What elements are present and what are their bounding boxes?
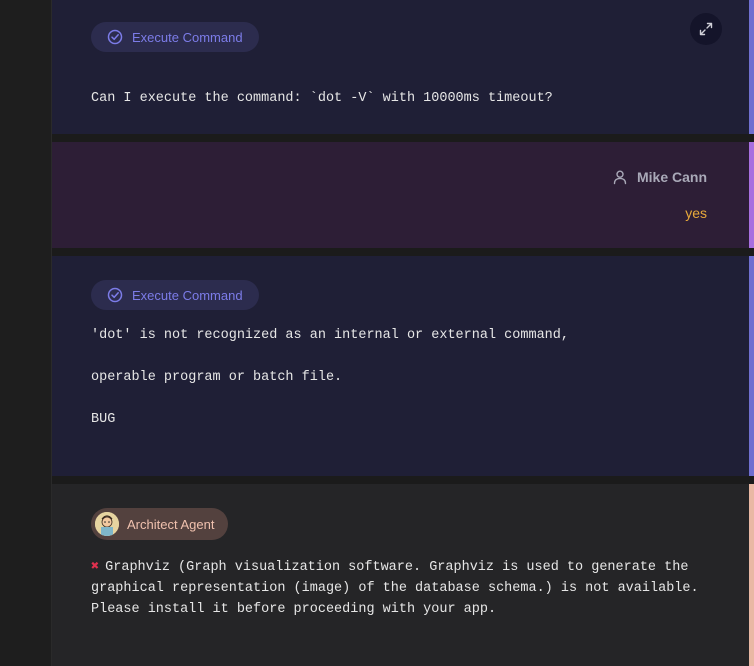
user-accent-bar <box>749 142 754 248</box>
badge-label: Architect Agent <box>127 516 215 532</box>
author-name: Mike Cann <box>636 169 707 185</box>
badge-label: Execute Command <box>132 287 243 303</box>
command-output-line: BUG <box>91 412 116 427</box>
user-reply-message: Mike Cann yes <box>52 142 754 248</box>
user-reply-text: yes <box>685 205 707 221</box>
message-line: graphical representation (image) of the … <box>91 581 699 596</box>
architect-message-text: ✖ Graphviz (Graph visualization software.… <box>91 557 699 620</box>
execute-command-badge: Execute Command <box>91 280 259 310</box>
message-author: Mike Cann <box>612 169 707 185</box>
architect-agent-message: Architect Agent ✖ Graphviz (Graph visuali… <box>52 484 754 666</box>
architect-accent-bar <box>749 484 754 666</box>
message-line: Graphviz (Graph visualization software. … <box>105 560 689 575</box>
message-line: Please install it before proceeding with… <box>91 602 497 617</box>
architect-avatar <box>95 512 119 536</box>
badge-label: Execute Command <box>132 29 243 45</box>
command-question-text: Can I execute the command: `dot -V` with… <box>91 91 553 106</box>
execute-command-badge: Execute Command <box>91 22 259 52</box>
left-gutter <box>0 0 52 666</box>
agent-accent-bar <box>749 0 754 134</box>
agent-accent-bar <box>749 256 754 476</box>
expand-icon <box>698 21 714 37</box>
command-output-message: Execute Command 'dot' is not recognized … <box>52 256 754 476</box>
command-output-line: operable program or batch file. <box>91 370 343 385</box>
command-output-line: 'dot' is not recognized as an internal o… <box>91 328 569 343</box>
cross-mark-icon: ✖ <box>91 560 100 575</box>
check-circle-icon <box>107 287 123 303</box>
command-request-message: Execute Command Can I execute the comman… <box>52 0 754 134</box>
expand-button[interactable] <box>690 13 722 45</box>
check-circle-icon <box>107 29 123 45</box>
architect-agent-badge: Architect Agent <box>91 508 229 540</box>
user-icon <box>612 169 628 185</box>
